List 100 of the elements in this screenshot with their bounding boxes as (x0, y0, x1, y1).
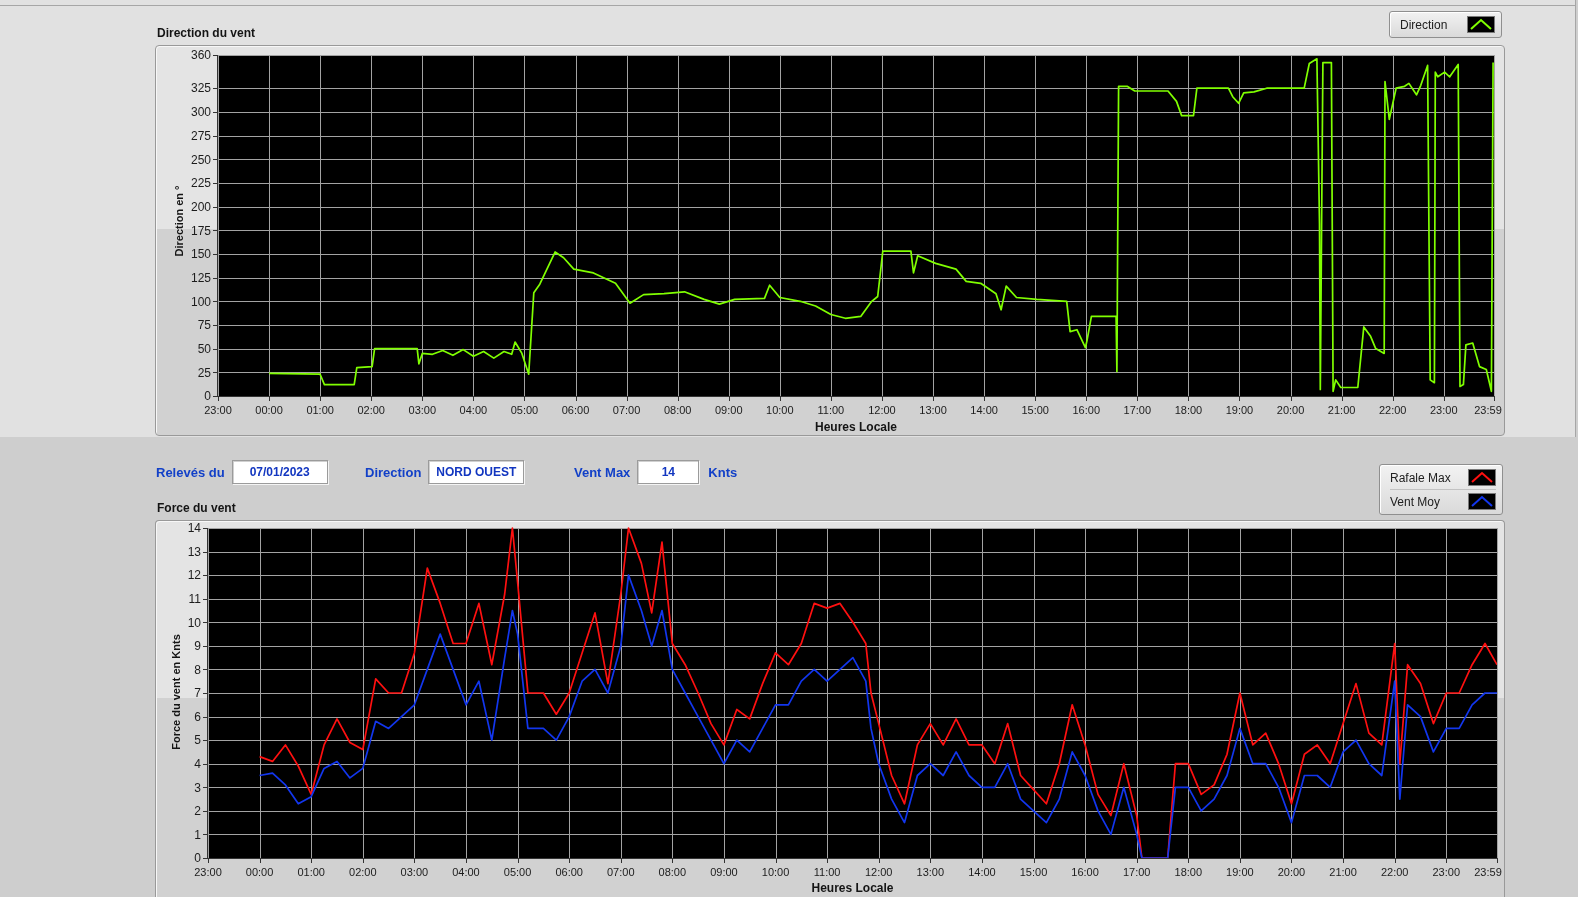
x-tick-label: 02:00 (349, 866, 377, 878)
x-tick-label: 04:00 (452, 866, 480, 878)
x-tick-label: 23:00 (1430, 404, 1458, 416)
y-tick-label: 10 (187, 615, 201, 630)
x-tick-label: 02:00 (357, 404, 385, 416)
y-tick-label: 225 (190, 176, 211, 191)
x-tick-label: 15:00 (1019, 866, 1048, 878)
x-tick-label: 19:00 (1226, 866, 1254, 878)
x-tick-label: 14:00 (970, 404, 998, 416)
x-tick-label: 04:00 (459, 404, 488, 416)
axis-title: Direction en ° (173, 185, 185, 257)
x-tick-label: 11:00 (817, 404, 845, 416)
field-label: Direction (365, 464, 422, 480)
x-tick-label: 22:00 (1380, 866, 1409, 878)
y-tick-label: 325 (190, 81, 211, 96)
x-tick-label: 01:00 (297, 866, 325, 878)
x-tick-label: 22:00 (1378, 404, 1407, 416)
x-tick-label: 12:00 (864, 866, 893, 878)
x-tick-label: 13:00 (916, 866, 945, 878)
y-tick-label: 200 (190, 199, 211, 214)
y-tick-label: 50 (197, 341, 211, 356)
line-sample-icon (1468, 469, 1496, 486)
x-tick-label: 15:00 (1021, 404, 1049, 416)
value-field[interactable]: 14 (637, 460, 700, 484)
y-tick-label: 6 (194, 709, 201, 724)
y-tick-label: 0 (194, 851, 201, 866)
x-tick-label: 10:00 (761, 866, 790, 878)
value-field[interactable]: 07/01/2023 (231, 460, 328, 484)
y-tick-label: 250 (190, 152, 211, 167)
x-tick-label: 03:00 (400, 866, 429, 878)
x-tick-label: 10:00 (766, 404, 794, 416)
value-field[interactable]: NORD OUEST (428, 460, 525, 484)
y-tick-label: 100 (190, 294, 211, 309)
x-tick-label: 18:00 (1174, 404, 1203, 416)
y-tick-label: 13 (187, 544, 201, 559)
legend-label: Rafale Max (1390, 470, 1451, 485)
unit-label: Knts (708, 464, 738, 480)
x-tick-label: 19:00 (1225, 404, 1254, 416)
x-tick-label: 16:00 (1072, 404, 1100, 416)
chart-title: Direction du vent (156, 26, 255, 42)
y-tick-label: 3 (194, 780, 201, 795)
legend-label: Vent Moy (1390, 494, 1441, 509)
y-tick-label: 2 (194, 804, 201, 819)
x-tick-label: 21:00 (1329, 866, 1357, 878)
x-tick-label: 13:00 (919, 404, 947, 416)
y-tick-label: 9 (194, 639, 201, 654)
x-tick-label: 23:00 (194, 866, 222, 878)
x-tick-label: 17:00 (1122, 866, 1151, 878)
line-sample-icon (1467, 16, 1495, 33)
y-tick-label: 300 (190, 105, 211, 120)
field-label: Vent Max (574, 464, 631, 480)
x-tick-label: 23:00 (204, 404, 232, 416)
x-tick-label: 00:00 (255, 404, 283, 416)
y-tick-label: 0 (204, 389, 211, 404)
axis-title: Heures Locale (811, 881, 894, 895)
y-tick-label: 150 (190, 247, 211, 262)
x-tick-label: 07:00 (612, 404, 641, 416)
x-tick-label: 09:00 (714, 404, 743, 416)
x-tick-label: 01:00 (306, 404, 334, 416)
x-tick-label: 18:00 (1174, 866, 1203, 878)
x-tick-label: 21:00 (1327, 404, 1356, 416)
x-tick-label: 07:00 (607, 866, 635, 878)
y-tick-label: 4 (194, 757, 201, 772)
x-tick-label: 03:00 (408, 404, 437, 416)
y-tick-label: 125 (190, 270, 211, 285)
chart-title: Force du vent (156, 501, 236, 517)
y-tick-label: 7 (194, 686, 201, 701)
x-tick-label: 23:59 (1474, 866, 1502, 878)
y-tick-label: 75 (197, 318, 211, 333)
y-tick-label: 11 (188, 592, 201, 607)
x-tick-label: 11:00 (813, 866, 841, 878)
x-tick-label: 16:00 (1071, 866, 1099, 878)
x-tick-label: 05:00 (510, 404, 539, 416)
axis-title: Force du vent en Knts (170, 634, 182, 750)
axis-title: Heures Locale (815, 420, 897, 434)
y-tick-label: 275 (190, 128, 211, 143)
y-tick-label: 8 (194, 662, 201, 677)
line-sample-icon (1468, 493, 1496, 510)
x-tick-label: 08:00 (663, 404, 692, 416)
y-tick-label: 14 (187, 521, 201, 536)
y-tick-label: 360 (190, 48, 211, 63)
y-tick-label: 5 (194, 733, 201, 748)
field-label: Relevés du (156, 464, 225, 480)
x-tick-label: 23:00 (1432, 866, 1461, 878)
legend-label: Direction (1400, 17, 1448, 32)
x-tick-label: 20:00 (1277, 866, 1306, 878)
x-tick-label: 17:00 (1123, 404, 1152, 416)
x-tick-label: 14:00 (968, 866, 996, 878)
x-tick-label: 06:00 (555, 866, 583, 878)
x-tick-label: 00:00 (245, 866, 274, 878)
x-tick-label: 08:00 (658, 866, 687, 878)
y-tick-label: 175 (190, 223, 211, 238)
x-tick-label: 23:59 (1474, 404, 1502, 416)
y-tick-label: 12 (187, 568, 201, 583)
y-tick-label: 25 (197, 365, 211, 380)
x-tick-label: 05:00 (503, 866, 532, 878)
x-tick-label: 06:00 (561, 404, 590, 416)
x-tick-label: 20:00 (1276, 404, 1305, 416)
x-tick-label: 12:00 (868, 404, 896, 416)
y-tick-label: 1 (194, 827, 201, 842)
